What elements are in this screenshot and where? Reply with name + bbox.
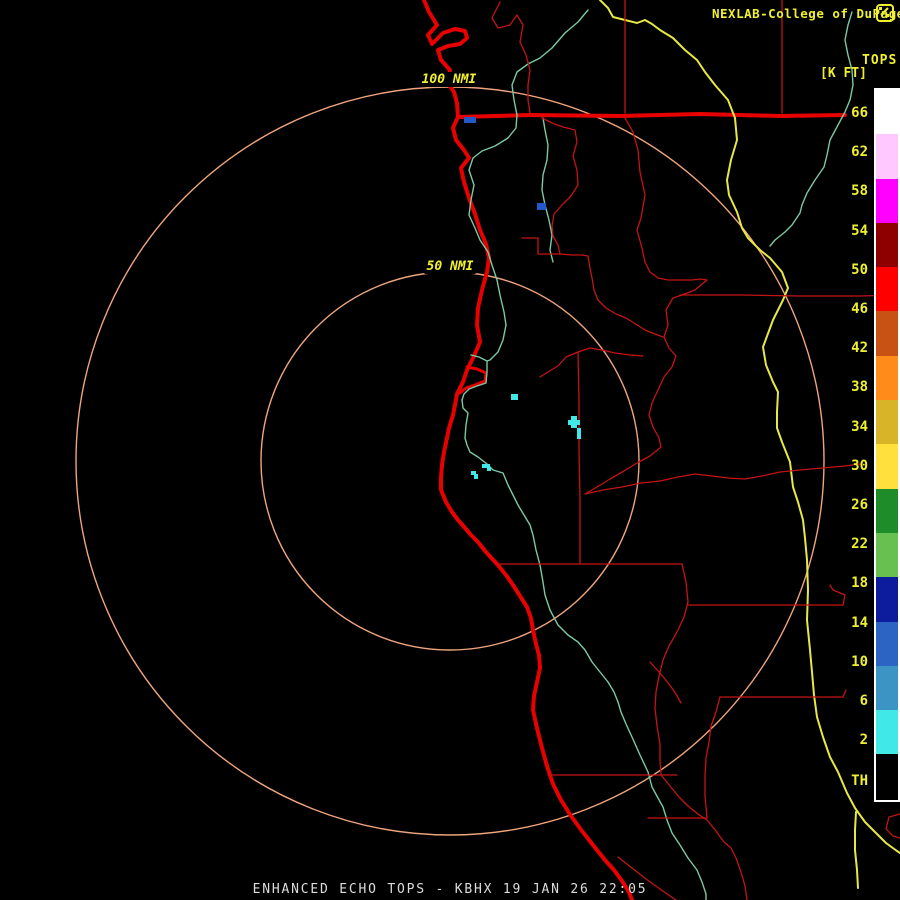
county-line-697-descender (705, 697, 720, 818)
county-line-horizontal-297 (680, 295, 900, 296)
scale-tick-30: 30 (828, 459, 868, 473)
scale-band-2 (876, 179, 898, 223)
scale-tick-38: 38 (828, 380, 868, 394)
scale-band-0 (876, 90, 898, 134)
scale-band-4 (876, 267, 898, 311)
state-border-ca-or (458, 114, 845, 117)
county-line-horizontal-605 (687, 585, 845, 605)
scale-band-9 (876, 489, 898, 533)
county-line-vertical-578 (578, 352, 580, 564)
scale-tick-46: 46 (828, 302, 868, 316)
radar-map (0, 0, 900, 900)
echo-center-b2 (474, 474, 478, 479)
county-line-west-stub (522, 238, 560, 254)
college-of-dupage-logo-icon (876, 4, 894, 22)
scale-tick-54: 54 (828, 224, 868, 238)
scale-tick-10: 10 (828, 655, 868, 669)
range-ring-50nmi (261, 272, 639, 650)
echo-center-a2 (487, 467, 491, 471)
scale-band-5 (876, 311, 898, 355)
county-line-east-diagonal (585, 464, 860, 494)
scale-band-3 (876, 223, 898, 267)
scale-tick-58: 58 (828, 184, 868, 198)
scale-heading: TOPS (862, 53, 897, 68)
scale-units: [K FT] (820, 66, 867, 81)
scale-band-12 (876, 622, 898, 666)
county-line-right-hook-2 (886, 814, 900, 838)
scale-tick-62: 62 (828, 145, 868, 159)
product-caption: ENHANCED ECHO TOPS - KBHX 19 JAN 26 22:0… (0, 882, 900, 897)
county-line-top-wiggly (492, 2, 530, 113)
page-title: NEXLAB-College of DuPage (712, 6, 900, 21)
scale-band-11 (876, 577, 898, 621)
scale-threshold-label: TH (828, 774, 868, 788)
scale-tick-42: 42 (828, 341, 868, 355)
scale-band-10 (876, 533, 898, 577)
county-line-vertical-682 (655, 564, 688, 775)
echo-crescent-city (464, 117, 476, 123)
scale-tick-22: 22 (828, 537, 868, 551)
interstate-5-branch (855, 812, 858, 888)
scale-tick-50: 50 (828, 263, 868, 277)
county-line-y350 (540, 348, 643, 377)
scale-band-13 (876, 666, 898, 710)
echo-plus-horizontal (568, 420, 580, 425)
logo-diagonal-icon (879, 7, 889, 17)
echo-klamath (537, 203, 546, 210)
scale-band-14 (876, 710, 898, 754)
county-line-below-border (625, 118, 707, 280)
scale-band-15 (876, 754, 898, 799)
scale-tick-14: 14 (828, 616, 868, 630)
scale-band-1 (876, 134, 898, 178)
scale-tick-26: 26 (828, 498, 868, 512)
scale-tick-18: 18 (828, 576, 868, 590)
scale-band-6 (876, 356, 898, 400)
river-border-branch (542, 118, 553, 262)
county-line-humboldt-north (542, 118, 578, 254)
scale-tick-66: 66 (828, 106, 868, 120)
scale-tick-6: 6 (828, 694, 868, 708)
scale-band-8 (876, 444, 898, 488)
county-line-mid-667 (650, 662, 681, 703)
range-ring-100nmi-label: 100 NMI (420, 72, 479, 87)
county-line-trinity (585, 280, 707, 494)
radar-display: NEXLAB-College of DuPage TOPS [K FT] 666… (0, 0, 900, 900)
highway-us101-south (441, 117, 632, 900)
highway-us101-north (424, 0, 467, 117)
river-coastal-south (462, 400, 706, 900)
scale-band-7 (876, 400, 898, 444)
echo-dash (577, 428, 581, 439)
color-scale-bar (874, 88, 900, 802)
range-ring-50nmi-label: 50 NMI (425, 259, 476, 274)
scale-tick-2: 2 (828, 733, 868, 747)
echo-willow-creek (511, 394, 518, 400)
scale-tick-34: 34 (828, 420, 868, 434)
